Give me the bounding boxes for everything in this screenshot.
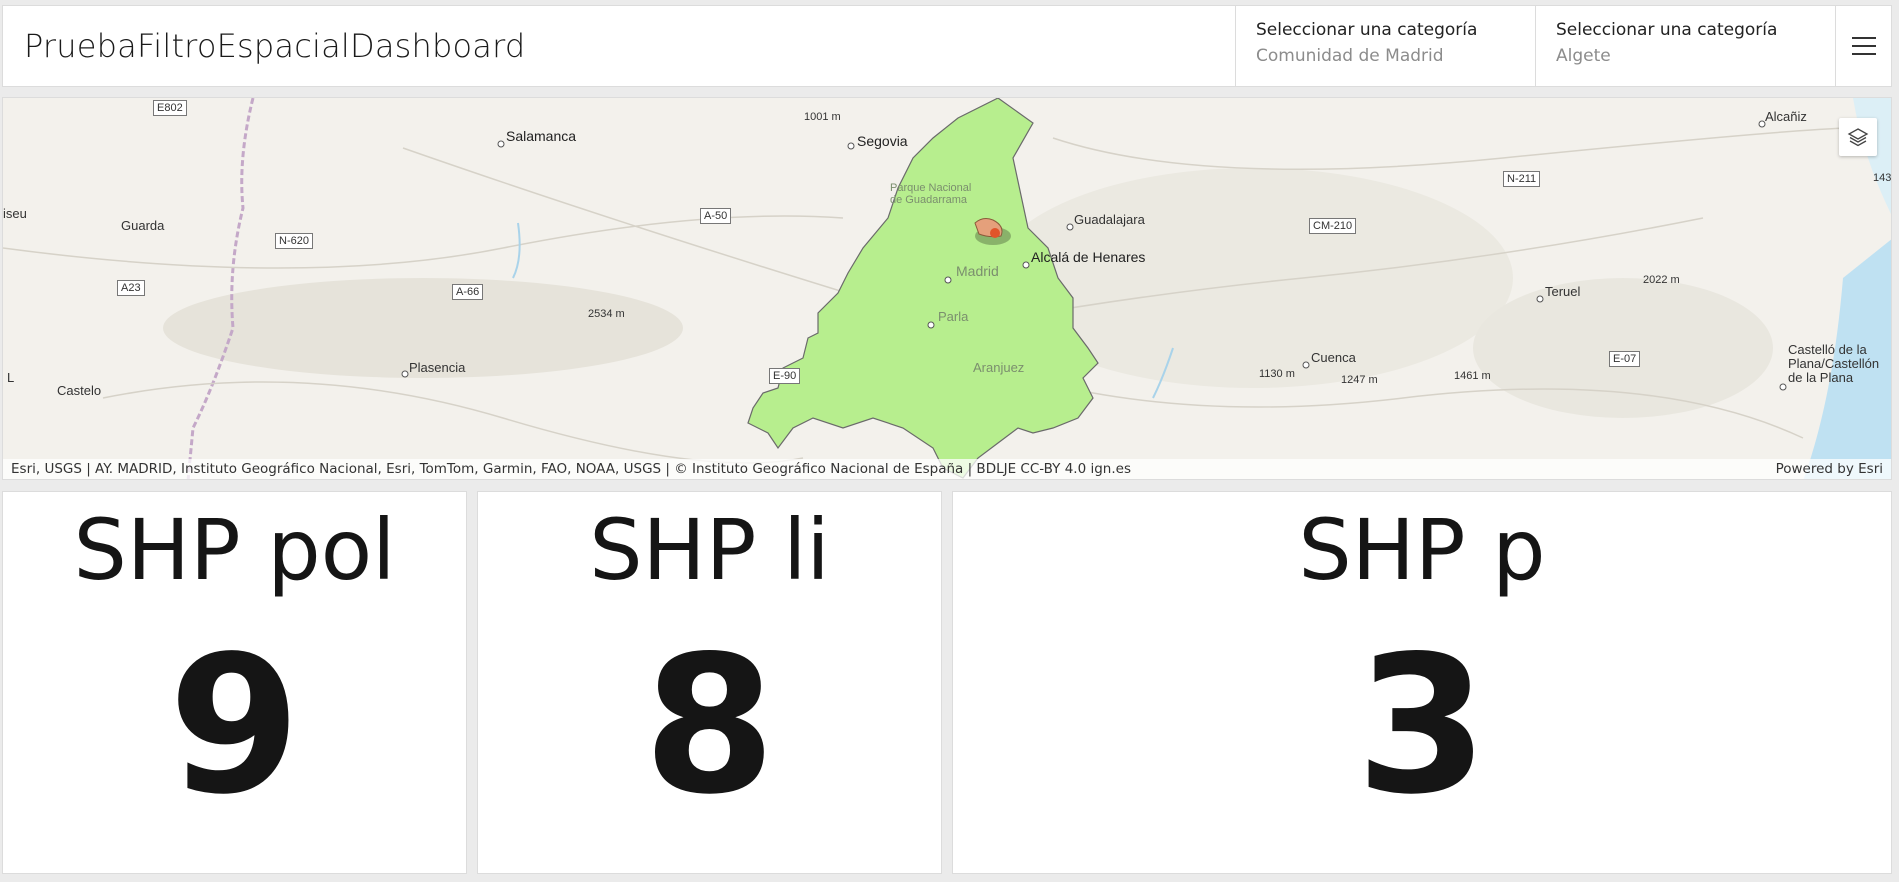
- category-selector-region[interactable]: Seleccionar una categoría Comunidad de M…: [1235, 6, 1535, 86]
- map-label-castellon-1: Castelló de la: [1788, 342, 1867, 357]
- dashboard-header: PruebaFiltroEspacialDashboard Selecciona…: [2, 5, 1892, 87]
- road-shield: CM-210: [1309, 218, 1357, 234]
- map-label-elev: 1461 m: [1454, 370, 1491, 382]
- indicator-card-polygons: SHP pol 9: [2, 491, 467, 874]
- selector-label: Seleccionar una categoría: [1256, 20, 1478, 40]
- map-label-guadarrama-2: de Guadarrama: [890, 194, 968, 206]
- category-selector-municipality[interactable]: Seleccionar una categoría Algete: [1535, 6, 1835, 86]
- map-label-guarda: Guarda: [121, 218, 165, 233]
- road-shield: E-90: [769, 368, 801, 384]
- map-label-cuenca: Cuenca: [1311, 350, 1356, 365]
- road-shield: E-07: [1609, 351, 1641, 367]
- road-shield: A23: [117, 280, 145, 296]
- map-label-castellon-3: de la Plana: [1788, 370, 1854, 385]
- map-label-segovia: Segovia: [857, 133, 908, 149]
- road-shield: E802: [153, 100, 187, 116]
- map-attribution[interactable]: Esri, USGS | AY. MADRID, Instituto Geogr…: [3, 459, 1891, 479]
- map-label-elev: 2022 m: [1643, 274, 1680, 286]
- road-shield: A-66: [452, 284, 484, 300]
- map-label-elev: 1130 m: [1259, 368, 1295, 380]
- indicator-card-points: SHP p 3: [952, 491, 1892, 874]
- map-label-edge: 143: [1873, 172, 1892, 184]
- indicator-value: 3: [1355, 614, 1489, 836]
- map-label-viseu: iseu: [3, 206, 27, 221]
- map-label-teruel: Teruel: [1545, 284, 1581, 299]
- indicator-value: 9: [168, 614, 301, 836]
- selector-label: Seleccionar una categoría: [1556, 20, 1778, 40]
- indicator-value: 8: [643, 614, 776, 836]
- indicator-title: SHP li: [589, 501, 830, 599]
- region-polygon: [747, 98, 1099, 479]
- layer-list-button[interactable]: [1839, 118, 1877, 156]
- map-label-guadarrama-1: Parque Nacional: [890, 182, 972, 194]
- map-label-madrid: Madrid: [956, 263, 999, 279]
- map-label-alcaniz: Alcañiz: [1765, 109, 1807, 124]
- map-label-guadalajara: Guadalajara: [1074, 212, 1145, 227]
- road-shield: N-620: [275, 233, 313, 249]
- layers-icon: [1847, 128, 1869, 147]
- indicator-title: SHP pol: [73, 501, 396, 599]
- menu-button[interactable]: [1835, 6, 1891, 86]
- powered-by-esri[interactable]: Powered by Esri: [1776, 461, 1883, 477]
- map-view[interactable]: Salamanca Segovia Guadalajara Alcalá de …: [2, 97, 1892, 480]
- map-label-castellon-2: Plana/Castellón: [1788, 356, 1880, 371]
- indicator-card-lines: SHP li 8: [477, 491, 942, 874]
- selector-value: Algete: [1556, 46, 1611, 66]
- hamburger-icon: [1851, 37, 1876, 55]
- map-label-elev: 2534 m: [588, 308, 625, 320]
- attribution-text: Esri, USGS | AY. MADRID, Instituto Geogr…: [11, 461, 1131, 477]
- map-label-elev: 1247 m: [1341, 374, 1378, 386]
- map-label-aranjuez: Aranjuez: [973, 360, 1025, 375]
- dashboard-title: PruebaFiltroEspacialDashboard: [24, 27, 526, 65]
- map-label-castelo: Castelo: [57, 383, 102, 398]
- map-label-edge: L: [7, 370, 15, 385]
- road-shield: A-50: [700, 208, 732, 224]
- map-label-parla: Parla: [938, 309, 969, 324]
- map-label-elev: 1001 m: [804, 111, 841, 123]
- road-shield: N-211: [1503, 171, 1541, 187]
- selector-value: Comunidad de Madrid: [1256, 46, 1444, 66]
- map-label-plasencia: Plasencia: [409, 360, 466, 375]
- indicator-title: SHP p: [1298, 501, 1546, 599]
- map-label-alcala: Alcalá de Henares: [1031, 249, 1146, 265]
- basemap: [3, 98, 1891, 479]
- map-label-salamanca: Salamanca: [506, 128, 577, 144]
